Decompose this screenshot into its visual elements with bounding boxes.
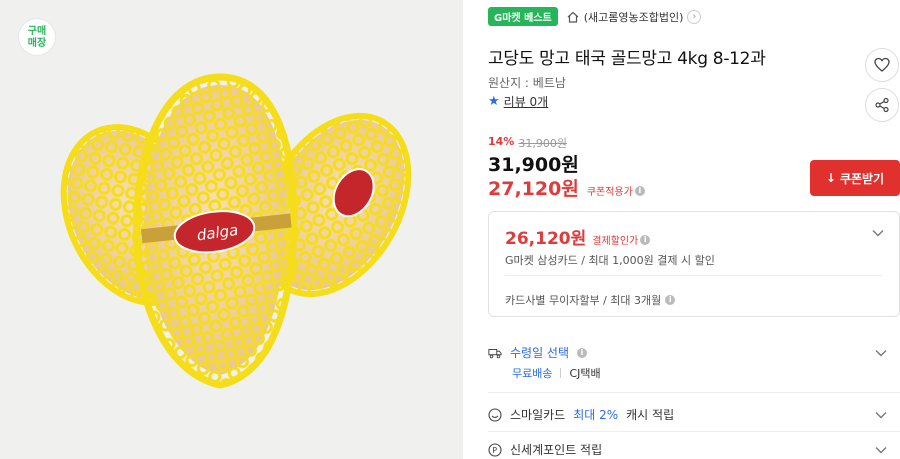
product-image[interactable]: dalga 구매 매장 bbox=[0, 0, 463, 459]
coupon-note-label: 쿠폰적용가 bbox=[586, 187, 633, 198]
pay-note[interactable]: 결제할인가 i bbox=[592, 232, 651, 247]
home-icon bbox=[567, 11, 579, 23]
smilecard-prefix: 스마일카드 bbox=[510, 408, 566, 422]
shipping-fee: 무료배송 bbox=[512, 367, 553, 380]
divider bbox=[560, 368, 562, 378]
info-icon: i bbox=[640, 234, 651, 245]
info-icon: i bbox=[577, 347, 588, 358]
ssg-point-row[interactable]: P 신세계포인트 적립 bbox=[488, 441, 900, 458]
discount-row: 14% 31,900원 bbox=[488, 135, 567, 151]
ssg-point-label: 신세계포인트 적립 bbox=[510, 443, 603, 457]
store-badge-label: 구매 매장 bbox=[27, 26, 47, 49]
header-row: G마켓 베스트 (새고롬영농조합법인) › bbox=[488, 7, 702, 26]
chevron-down-icon bbox=[875, 412, 887, 419]
coupon-price: 27,120원 bbox=[488, 178, 579, 200]
gbest-badge[interactable]: G마켓 베스트 bbox=[488, 7, 558, 26]
coupon-note[interactable]: 쿠폰적용가 i bbox=[587, 183, 645, 198]
chevron-down-icon[interactable] bbox=[871, 226, 885, 240]
mango-illustration: dalga bbox=[60, 73, 412, 389]
download-icon: ↓ bbox=[825, 171, 836, 185]
coupon-download-button[interactable]: ↓ 쿠폰받기 bbox=[810, 160, 900, 196]
coupon-price-row: 27,120원 쿠폰적용가 i bbox=[488, 174, 645, 201]
installment-label: 카드사별 무이자할부 / 최대 3개월 bbox=[505, 294, 662, 307]
product-title: 고당도 망고 태국 골드망고 4kg 8-12과 bbox=[488, 49, 766, 69]
pay-price-row: 26,120원 결제할인가 i bbox=[505, 224, 651, 249]
truck-icon bbox=[488, 348, 502, 358]
product-origin: 원산지 : 베트남 bbox=[488, 76, 566, 90]
divider bbox=[488, 431, 900, 432]
svg-text:P: P bbox=[492, 446, 497, 455]
smilecard-highlight: 최대 2% bbox=[573, 408, 619, 422]
smilecard-suffix: 캐시 적립 bbox=[626, 408, 675, 422]
share-button[interactable] bbox=[865, 88, 899, 122]
seller-link[interactable]: (새고롬영농조합법인) › bbox=[566, 9, 702, 25]
product-info-panel: G마켓 베스트 (새고롬영농조합법인) › 고당도 망고 태국 골드망고 4kg… bbox=[478, 0, 900, 459]
delivery-date-row[interactable]: 수령일 선택 i bbox=[488, 344, 900, 361]
pay-note-label: 결제할인가 bbox=[592, 236, 639, 247]
review-link[interactable]: ★ 리뷰 0개 bbox=[488, 93, 548, 110]
divider bbox=[488, 392, 900, 393]
installment-row: 카드사별 무이자할부 / 최대 3개월 i bbox=[505, 292, 676, 308]
store-badge[interactable]: 구매 매장 bbox=[18, 18, 56, 56]
info-icon: i bbox=[634, 185, 645, 196]
heart-icon bbox=[874, 57, 890, 72]
delivery-date-label: 수령일 선택 bbox=[510, 346, 570, 360]
shipping-row: 무료배송 CJ택배 bbox=[512, 365, 601, 381]
share-icon bbox=[875, 97, 889, 113]
review-count: 리뷰 0개 bbox=[503, 95, 549, 109]
payment-discount-box[interactable]: 26,120원 결제할인가 i G마켓 삼성카드 / 최대 1,000원 결제 … bbox=[488, 211, 900, 317]
chevron-down-icon bbox=[875, 447, 887, 454]
chevron-down-icon bbox=[875, 350, 887, 357]
chevron-right-icon: › bbox=[687, 9, 702, 24]
wishlist-button[interactable] bbox=[865, 48, 899, 82]
info-icon[interactable]: i bbox=[665, 295, 676, 305]
original-price: 31,900원 bbox=[518, 137, 567, 150]
sale-price: 31,900원 bbox=[488, 154, 579, 176]
point-icon: P bbox=[488, 442, 502, 457]
seller-name: (새고롬영농조합법인) bbox=[583, 10, 684, 24]
discount-percent: 14% bbox=[488, 135, 515, 148]
star-icon: ★ bbox=[488, 94, 500, 109]
pay-detail: G마켓 삼성카드 / 최대 1,000원 결제 시 할인 bbox=[505, 254, 715, 267]
coupon-button-label: 쿠폰받기 bbox=[839, 171, 885, 186]
divider bbox=[505, 275, 883, 276]
shipping-carrier: CJ택배 bbox=[569, 367, 601, 380]
smile-icon bbox=[488, 407, 502, 422]
smilecard-row[interactable]: 스마일카드 최대 2% 캐시 적립 bbox=[488, 406, 900, 423]
pay-discount-price: 26,120원 bbox=[505, 229, 587, 249]
